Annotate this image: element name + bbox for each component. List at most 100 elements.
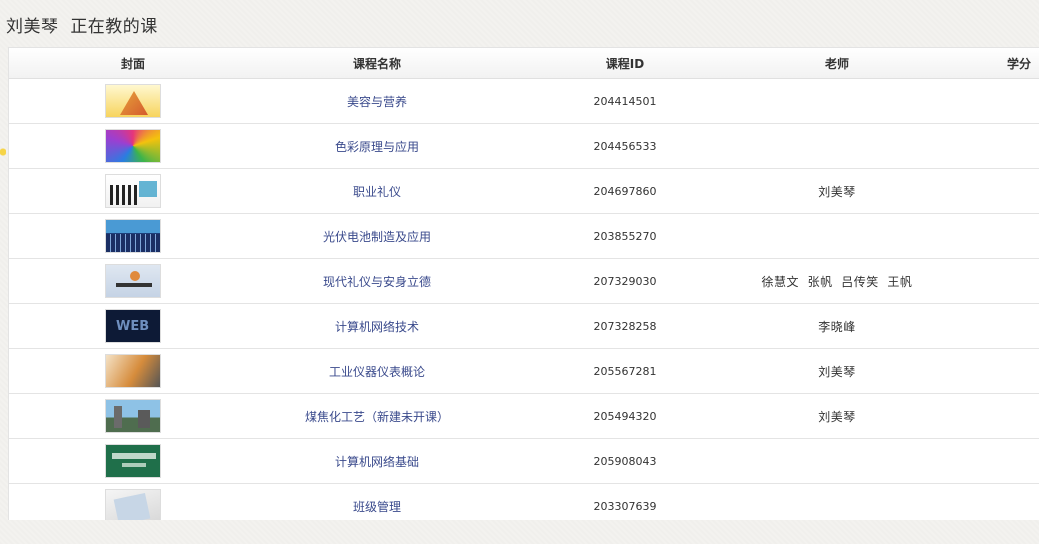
credit-cell (921, 258, 1039, 304)
course-id-cell: 203307639 (497, 483, 753, 520)
teacher-names: 李晓峰 (818, 319, 856, 334)
teacher-cell: 徐慧文 张帆 吕传笑 王帆 (753, 258, 921, 304)
teacher-cell (753, 213, 921, 259)
course-id-cell: 205908043 (497, 438, 753, 484)
table-row: 光伏电池制造及应用 203855270 (9, 213, 1039, 259)
course-id: 205494320 (593, 410, 657, 423)
course-cover-image[interactable] (105, 489, 161, 520)
table-row: 美容与营养 204414501 (9, 78, 1039, 124)
cover-cell (9, 393, 257, 439)
course-cover-image[interactable] (105, 444, 161, 478)
course-id: 204456533 (593, 140, 657, 153)
teacher-cell (753, 483, 921, 520)
course-cover-image[interactable] (105, 309, 161, 343)
course-name-link[interactable]: 班级管理 (353, 500, 401, 514)
teacher-cell (753, 78, 921, 124)
credit-cell (921, 348, 1039, 394)
teacher-cell: 刘美琴 (753, 168, 921, 214)
course-cover-image[interactable] (105, 219, 161, 253)
title-suffix: 正在教的课 (70, 17, 158, 37)
cover-cell (9, 213, 257, 259)
header-teacher: 老师 (753, 48, 921, 79)
course-cover-image[interactable] (105, 129, 161, 163)
course-id-cell: 205494320 (497, 393, 753, 439)
page-title: 刘美琴 正在教的课 (6, 12, 158, 37)
table-header-row: 封面 课程名称 课程ID 老师 学分 (9, 48, 1039, 79)
credit-cell (921, 78, 1039, 124)
table-row: 计算机网络技术 207328258 李晓峰 (9, 303, 1039, 349)
credit-cell (921, 213, 1039, 259)
course-name-link[interactable]: 现代礼仪与安身立德 (323, 275, 431, 289)
teacher-names: 徐慧文 张帆 吕传笑 王帆 (761, 274, 913, 289)
course-name-cell: 工业仪器仪表概论 (257, 348, 497, 394)
table-row: 色彩原理与应用 204456533 (9, 123, 1039, 169)
course-id-cell: 204456533 (497, 123, 753, 169)
course-cover-image[interactable] (105, 399, 161, 433)
course-name-link[interactable]: 煤焦化工艺（新建未开课） (305, 410, 449, 424)
course-name-cell: 职业礼仪 (257, 168, 497, 214)
course-id-cell: 207328258 (497, 303, 753, 349)
course-table-grid: 封面 课程名称 课程ID 老师 学分 美容与营养 204414501 色彩原理与… (9, 48, 1039, 520)
cover-cell (9, 438, 257, 484)
table-row: 煤焦化工艺（新建未开课） 205494320 刘美琴 (9, 393, 1039, 439)
table-row: 现代礼仪与安身立德 207329030 徐慧文 张帆 吕传笑 王帆 (9, 258, 1039, 304)
course-id: 207329030 (593, 275, 657, 288)
course-id-cell: 204697860 (497, 168, 753, 214)
credit-cell (921, 438, 1039, 484)
course-name-cell: 美容与营养 (257, 78, 497, 124)
teacher-names: 刘美琴 (818, 364, 856, 379)
course-id: 203855270 (593, 230, 657, 243)
course-id-cell: 204414501 (497, 78, 753, 124)
course-id-cell: 205567281 (497, 348, 753, 394)
table-row: 计算机网络基础 205908043 (9, 438, 1039, 484)
course-id-cell: 207329030 (497, 258, 753, 304)
teacher-cell (753, 123, 921, 169)
teacher-cell: 刘美琴 (753, 348, 921, 394)
credit-cell (921, 123, 1039, 169)
teacher-names: 刘美琴 (818, 184, 856, 199)
teacher-name: 刘美琴 (6, 17, 59, 37)
course-name-link[interactable]: 光伏电池制造及应用 (323, 230, 431, 244)
cover-cell (9, 258, 257, 304)
course-cover-image[interactable] (105, 84, 161, 118)
side-marker-icon (0, 146, 6, 158)
course-name-link[interactable]: 工业仪器仪表概论 (329, 365, 425, 379)
course-id: 204697860 (593, 185, 657, 198)
course-id: 207328258 (593, 320, 657, 333)
cover-cell (9, 123, 257, 169)
header-course-name: 课程名称 (257, 48, 497, 79)
credit-cell (921, 303, 1039, 349)
course-table: 封面 课程名称 课程ID 老师 学分 美容与营养 204414501 色彩原理与… (8, 47, 1039, 520)
course-name-link[interactable]: 计算机网络基础 (335, 455, 419, 469)
teacher-cell: 李晓峰 (753, 303, 921, 349)
course-name-cell: 色彩原理与应用 (257, 123, 497, 169)
course-name-link[interactable]: 美容与营养 (347, 95, 407, 109)
course-cover-image[interactable] (105, 174, 161, 208)
cover-cell (9, 483, 257, 520)
course-name-link[interactable]: 计算机网络技术 (335, 320, 419, 334)
course-name-link[interactable]: 职业礼仪 (353, 185, 401, 199)
course-name-cell: 计算机网络基础 (257, 438, 497, 484)
course-name-cell: 现代礼仪与安身立德 (257, 258, 497, 304)
course-cover-image[interactable] (105, 264, 161, 298)
teacher-names: 刘美琴 (818, 409, 856, 424)
course-id-cell: 203855270 (497, 213, 753, 259)
cover-cell (9, 78, 257, 124)
teacher-cell (753, 438, 921, 484)
teacher-cell: 刘美琴 (753, 393, 921, 439)
table-row: 职业礼仪 204697860 刘美琴 (9, 168, 1039, 214)
cover-cell (9, 303, 257, 349)
course-name-cell: 煤焦化工艺（新建未开课） (257, 393, 497, 439)
course-name-link[interactable]: 色彩原理与应用 (335, 140, 419, 154)
course-id: 203307639 (593, 500, 657, 513)
course-name-cell: 光伏电池制造及应用 (257, 213, 497, 259)
course-cover-image[interactable] (105, 354, 161, 388)
course-id: 205567281 (593, 365, 657, 378)
course-id: 205908043 (593, 455, 657, 468)
course-name-cell: 计算机网络技术 (257, 303, 497, 349)
header-course-id: 课程ID (497, 48, 753, 79)
credit-cell (921, 483, 1039, 520)
credit-cell (921, 168, 1039, 214)
table-row: 班级管理 203307639 (9, 483, 1039, 520)
credit-cell (921, 393, 1039, 439)
